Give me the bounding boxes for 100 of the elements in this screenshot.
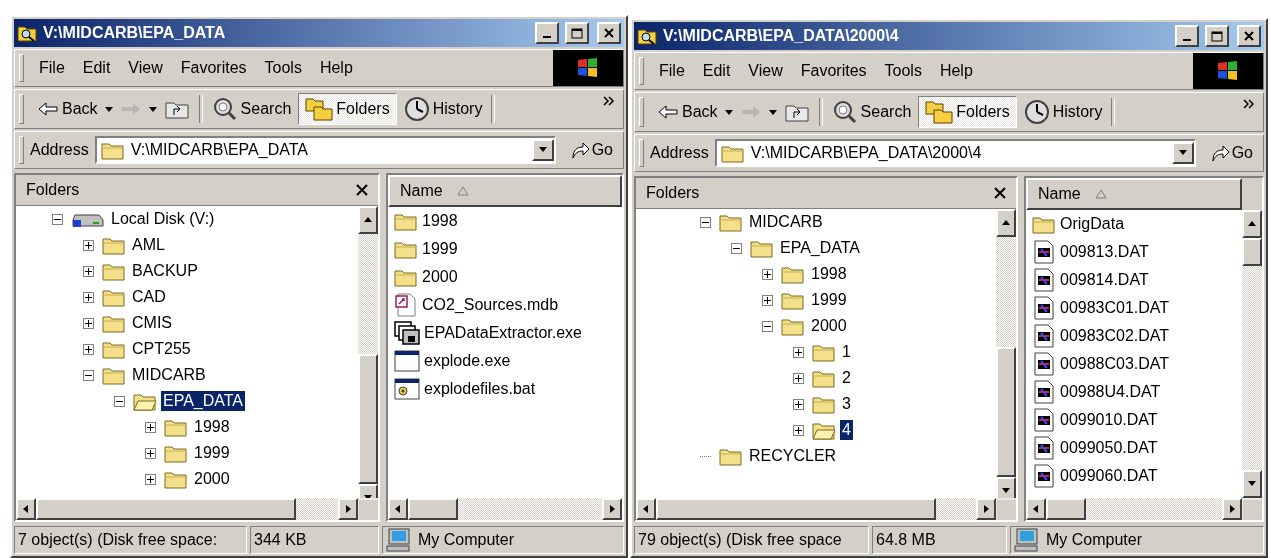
expand-icon[interactable] [83, 291, 94, 303]
address-field[interactable]: V:\MIDCARB\EPA_DATA [94, 136, 556, 164]
tree-item[interactable]: EPA_DATA [778, 238, 863, 258]
collapse-icon[interactable] [762, 320, 773, 332]
tree-item[interactable]: 1999 [809, 290, 849, 310]
file-name[interactable]: 00983C02.DAT [1060, 327, 1170, 345]
close-icon[interactable] [994, 187, 1006, 199]
minimize-button[interactable] [1175, 25, 1199, 47]
menu-item[interactable]: File [650, 62, 694, 80]
tree-item[interactable]: 3 [840, 394, 853, 414]
tree-item[interactable]: CMIS [130, 313, 174, 333]
menu-item[interactable]: Tools [875, 62, 931, 80]
expand-icon[interactable] [762, 268, 773, 280]
file-scrollbar-thumb[interactable] [1242, 238, 1262, 266]
menu-item[interactable]: Edit [693, 62, 740, 80]
tree-item[interactable]: BACKUP [130, 261, 200, 281]
file-name[interactable]: 2000 [422, 268, 458, 286]
file-name[interactable]: explodefiles.bat [424, 380, 536, 398]
expand-icon[interactable] [83, 317, 94, 329]
tree-item[interactable]: 1999 [192, 443, 232, 463]
tree-item[interactable]: 1998 [192, 417, 232, 437]
expand-icon[interactable] [793, 372, 804, 384]
collapse-icon[interactable] [700, 216, 711, 228]
back-button[interactable]: Back [30, 93, 105, 125]
maximize-button[interactable] [1205, 25, 1229, 47]
history-button[interactable]: History [396, 93, 490, 125]
tree-item[interactable]: 4 [840, 420, 853, 440]
scrollbar-thumb[interactable] [1046, 498, 1086, 520]
close-button[interactable] [1237, 25, 1261, 47]
chevron-icon[interactable] [1243, 99, 1255, 109]
menu-item[interactable]: Help [930, 62, 982, 80]
expand-icon[interactable] [83, 343, 94, 355]
file-name[interactable]: CO2_Sources.mdb [422, 296, 559, 314]
expand-icon[interactable] [762, 294, 773, 306]
expand-icon[interactable] [145, 447, 156, 459]
tree-item[interactable]: CPT255 [130, 339, 193, 359]
menu-item[interactable]: File [30, 59, 74, 77]
file-name[interactable]: 1999 [422, 240, 458, 258]
tree-item[interactable]: 1998 [809, 264, 849, 284]
file-name[interactable]: 009814.DAT [1060, 271, 1149, 289]
menu-item[interactable]: Help [310, 59, 362, 77]
menu-item[interactable]: Edit [73, 59, 120, 77]
scrollbar-thumb[interactable] [996, 347, 1016, 477]
dropdown-button[interactable] [531, 139, 554, 161]
collapse-icon[interactable] [52, 213, 63, 225]
file-name[interactable]: EPADataExtractor.exe [424, 324, 582, 342]
scrollbar-thumb[interactable] [408, 498, 458, 520]
tree-item[interactable]: Local Disk (V:) [109, 209, 217, 229]
collapse-icon[interactable] [83, 369, 94, 381]
tree-item[interactable]: MIDCARB [747, 212, 825, 232]
tree-item[interactable]: RECYCLER [747, 446, 839, 466]
file-name[interactable]: OrigData [1060, 215, 1125, 233]
maximize-button[interactable] [565, 22, 589, 44]
back-button[interactable]: Back [650, 96, 725, 128]
scrollbar-thumb[interactable] [36, 498, 296, 520]
search-button[interactable]: Search [204, 93, 299, 125]
file-name[interactable]: 0099050.DAT [1060, 439, 1158, 457]
folders-button[interactable]: Folders [298, 93, 397, 125]
go-button[interactable]: Go [1195, 143, 1263, 163]
file-name[interactable]: 0099060.DAT [1060, 467, 1158, 485]
collapse-icon[interactable] [731, 242, 742, 254]
tree-item[interactable]: 2000 [809, 316, 849, 336]
expand-icon[interactable] [145, 421, 156, 433]
menu-item[interactable]: View [739, 62, 792, 80]
menu-item[interactable]: Favorites [171, 59, 256, 77]
scrollbar-thumb[interactable] [358, 354, 378, 484]
dropdown-button[interactable] [1171, 142, 1194, 164]
expand-icon[interactable] [793, 398, 804, 410]
file-name[interactable]: 0099010.DAT [1060, 411, 1158, 429]
tree-item[interactable]: 2000 [192, 469, 232, 489]
tree-item[interactable]: CAD [130, 287, 168, 307]
file-name[interactable]: 00988C03.DAT [1060, 355, 1170, 373]
menu-item[interactable]: Favorites [791, 62, 876, 80]
close-icon[interactable] [356, 184, 368, 196]
search-button[interactable]: Search [824, 96, 919, 128]
file-name[interactable]: 00983C01.DAT [1060, 299, 1170, 317]
menu-item[interactable]: Tools [255, 59, 311, 77]
file-name[interactable]: 009813.DAT [1060, 243, 1149, 261]
tree-item[interactable]: 1 [840, 342, 853, 362]
chevron-icon[interactable] [603, 96, 615, 106]
collapse-icon[interactable] [114, 395, 125, 407]
expand-icon[interactable] [83, 239, 94, 251]
minimize-button[interactable] [535, 22, 559, 44]
tree-item[interactable]: MIDCARB [130, 365, 208, 385]
scrollbar-thumb[interactable] [656, 498, 936, 520]
expand-icon[interactable] [145, 473, 156, 485]
file-name[interactable]: 00988U4.DAT [1060, 383, 1161, 401]
close-button[interactable] [597, 22, 621, 44]
expand-icon[interactable] [793, 424, 804, 436]
expand-icon[interactable] [83, 265, 94, 277]
folders-button[interactable]: Folders [918, 96, 1017, 128]
file-name[interactable]: explode.exe [424, 352, 511, 370]
tree-item[interactable]: AML [130, 235, 167, 255]
tree-item[interactable]: 2 [840, 368, 853, 388]
column-header[interactable]: Name [388, 175, 622, 207]
column-header[interactable]: Name [1026, 178, 1242, 210]
expand-icon[interactable] [793, 346, 804, 358]
tree-item[interactable]: EPA_DATA [161, 391, 246, 411]
history-button[interactable]: History [1016, 96, 1110, 128]
address-field[interactable]: V:\MIDCARB\EPA_DATA\2000\4 [714, 139, 1196, 167]
